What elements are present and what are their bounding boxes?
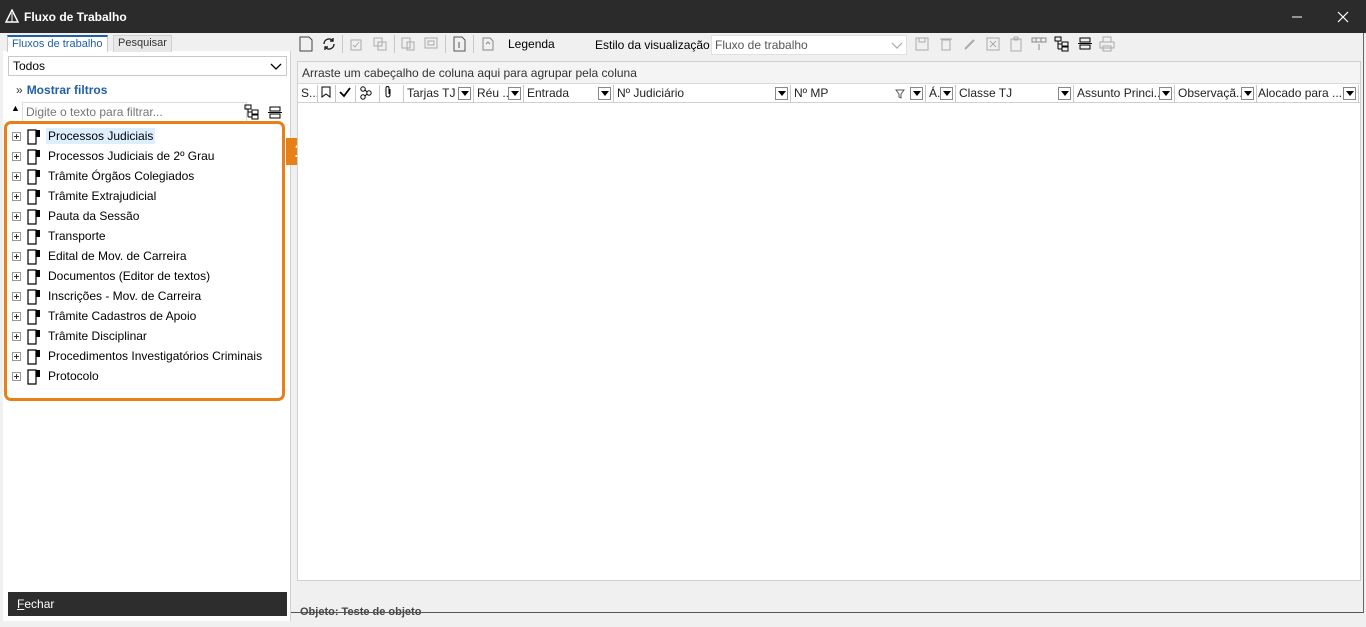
- column-header[interactable]: Nº MP: [791, 85, 926, 103]
- column-dropdown-button[interactable]: [775, 87, 788, 100]
- export-excel-icon[interactable]: [984, 35, 1002, 53]
- column-header-label: Tarjas TJ: [407, 86, 456, 100]
- legend-icon[interactable]: [479, 35, 497, 53]
- copy-icon[interactable]: [371, 35, 389, 53]
- column-dropdown-button[interactable]: [910, 87, 923, 100]
- column-header[interactable]: Observaçã...: [1175, 85, 1257, 103]
- bookmark-icon: [321, 86, 331, 98]
- edit-icon[interactable]: [961, 35, 979, 53]
- view-style-select[interactable]: Fluxo de trabalho: [711, 35, 907, 55]
- attachment-icon: [385, 86, 391, 98]
- select-all-icon[interactable]: [348, 35, 366, 53]
- group-by-hint[interactable]: Arraste um cabeçalho de coluna aqui para…: [298, 62, 1360, 84]
- column-dropdown-button[interactable]: [458, 87, 471, 100]
- legend-label[interactable]: Legenda: [508, 37, 555, 51]
- toolbar-separator: [342, 35, 343, 53]
- column-header[interactable]: Classe TJ: [956, 85, 1074, 103]
- tree-filter-input[interactable]: [22, 102, 247, 122]
- column-header[interactable]: Nº Judiciário: [614, 85, 791, 103]
- column-header-label: Alocado para ...: [1258, 86, 1343, 100]
- window-title: Fluxo de Trabalho: [24, 10, 127, 24]
- column-dropdown-button[interactable]: [940, 87, 953, 100]
- hierarchy-icon[interactable]: [244, 104, 260, 120]
- tree-filter-row: ▲: [8, 102, 287, 122]
- column-chooser-icon[interactable]: [1030, 35, 1048, 53]
- show-filters-link[interactable]: » Mostrar filtros: [16, 83, 107, 97]
- workflow-filter-combo[interactable]: Todos: [8, 56, 287, 76]
- column-header[interactable]: Tarjas TJ: [404, 85, 474, 103]
- bottom-divider: [291, 612, 1363, 613]
- view-style-value: Fluxo de trabalho: [715, 38, 808, 52]
- column-header[interactable]: [318, 85, 336, 103]
- close-window-button[interactable]: [1320, 0, 1366, 33]
- clipboard-icon[interactable]: [1007, 35, 1025, 53]
- tree-view-icon[interactable]: [1053, 35, 1071, 53]
- column-dropdown-button[interactable]: [508, 87, 521, 100]
- filter-icon[interactable]: [895, 89, 905, 99]
- column-header-label: Observaçã...: [1178, 86, 1247, 100]
- tab-pesquisar[interactable]: Pesquisar: [113, 35, 172, 52]
- close-button[interactable]: Fechar: [8, 592, 287, 616]
- column-header-label: Nº MP: [794, 86, 829, 100]
- archive-icon[interactable]: [422, 35, 440, 53]
- column-header[interactable]: Á...: [926, 85, 956, 103]
- column-header[interactable]: [380, 85, 404, 103]
- double-chevron-icon: »: [16, 83, 23, 97]
- print-icon[interactable]: [1098, 35, 1116, 53]
- column-dropdown-button[interactable]: [1343, 87, 1356, 100]
- toolbar-separator: [394, 35, 395, 53]
- column-header-label: Entrada: [527, 86, 570, 100]
- move-icon[interactable]: [399, 35, 417, 53]
- triangle-app-icon: [5, 9, 19, 23]
- toolbar-separator: [445, 35, 446, 53]
- column-header-label: Assunto Princi...: [1077, 86, 1164, 100]
- column-header[interactable]: Entrada: [524, 85, 614, 103]
- column-header-label: S...: [301, 86, 318, 100]
- combo-value: Todos: [13, 59, 46, 73]
- column-header[interactable]: [356, 85, 380, 103]
- chevron-down-icon: [891, 42, 903, 49]
- refresh-icon[interactable]: [320, 35, 338, 53]
- left-tabs: Fluxos de trabalho Pesquisar: [3, 33, 291, 52]
- collapse-all-icon[interactable]: [268, 106, 282, 120]
- view-style-label: Estilo da visualização: [595, 38, 710, 52]
- column-dropdown-button[interactable]: [1241, 87, 1254, 100]
- right-border: [1363, 33, 1364, 613]
- toolbar-separator: [473, 35, 474, 53]
- close-icon: [1337, 11, 1349, 22]
- tab-fluxos-de-trabalho[interactable]: Fluxos de trabalho: [7, 35, 108, 52]
- show-filters-label: Mostrar filtros: [26, 83, 108, 97]
- new-document-icon[interactable]: [297, 35, 315, 53]
- column-header[interactable]: Alocado para ...: [1255, 85, 1359, 103]
- minimize-button[interactable]: [1274, 0, 1320, 33]
- workflow-grid: Arraste um cabeçalho de coluna aqui para…: [297, 61, 1361, 581]
- highlight-frame: [4, 121, 285, 401]
- column-dropdown-button[interactable]: [1159, 87, 1172, 100]
- main-toolbar: Legenda Estilo da visualização Fluxo de …: [294, 33, 1364, 55]
- column-header-label: Nº Judiciário: [617, 86, 685, 100]
- import-document-icon[interactable]: [450, 35, 468, 53]
- column-header[interactable]: Assunto Princi...: [1074, 85, 1175, 103]
- column-header[interactable]: [336, 85, 356, 103]
- save-view-icon[interactable]: [913, 35, 931, 53]
- checkmark-icon: [339, 87, 351, 98]
- column-header[interactable]: S...: [298, 85, 318, 103]
- column-dropdown-button[interactable]: [598, 87, 611, 100]
- column-header[interactable]: Réu ...: [474, 85, 524, 103]
- column-header-label: Classe TJ: [959, 86, 1013, 100]
- caret-up-icon[interactable]: ▲: [11, 103, 20, 113]
- collapse-groups-icon[interactable]: [1076, 35, 1094, 53]
- flow-icon: [360, 86, 372, 100]
- close-button-label: Fechar: [17, 597, 55, 611]
- column-dropdown-button[interactable]: [1058, 87, 1071, 100]
- delete-icon[interactable]: [937, 35, 955, 53]
- title-bar: Fluxo de Trabalho: [0, 0, 1366, 33]
- grid-header-row: S... Tarjas TJ Réu ... Entrada Nº Judiciário…: [298, 85, 1360, 103]
- minimize-icon: [1292, 16, 1302, 17]
- chevron-down-icon: [270, 63, 282, 70]
